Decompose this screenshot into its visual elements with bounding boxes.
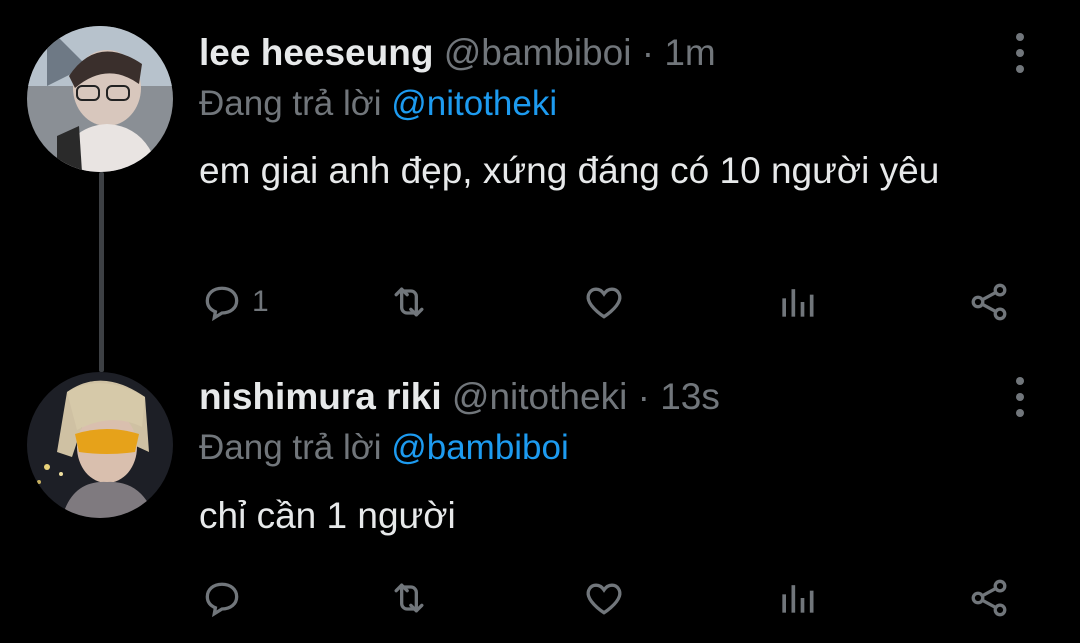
- handle[interactable]: @bambiboi: [444, 32, 632, 73]
- share-button[interactable]: [967, 573, 1011, 623]
- analytics-button[interactable]: [775, 277, 819, 327]
- like-button[interactable]: [582, 277, 626, 327]
- tweet-text: em giai anh đẹp, xứng đáng có 10 người y…: [199, 150, 940, 191]
- replying-prefix: Đang trả lời: [199, 84, 382, 123]
- replying-to-link[interactable]: @nitotheki: [391, 84, 557, 123]
- tweet-text: chỉ cần 1 người: [199, 495, 456, 536]
- analytics-button[interactable]: [775, 573, 819, 623]
- tweet-header: nishimura riki @nitotheki · 13s: [199, 376, 720, 418]
- handle[interactable]: @nitotheki: [452, 376, 627, 417]
- reply-count: 1: [252, 285, 269, 318]
- separator: ·: [641, 32, 655, 73]
- share-icon: [971, 283, 1007, 321]
- display-name[interactable]: lee heeseung: [199, 32, 433, 73]
- action-bar: 1: [0, 277, 1080, 327]
- like-icon: [586, 583, 622, 615]
- reply-icon: [205, 582, 239, 618]
- like-button[interactable]: [582, 573, 626, 623]
- avatar[interactable]: [27, 26, 173, 172]
- retweet-button[interactable]: [387, 277, 431, 327]
- like-icon: [586, 287, 622, 319]
- share-button[interactable]: [967, 277, 1011, 327]
- share-icon: [971, 579, 1007, 617]
- avatar[interactable]: [27, 372, 173, 518]
- display-name[interactable]: nishimura riki: [199, 376, 442, 417]
- reply-button[interactable]: 1: [200, 277, 269, 327]
- timestamp[interactable]: 13s: [660, 376, 720, 417]
- thread-connector: [99, 172, 104, 372]
- retweet-icon: [394, 287, 424, 317]
- analytics-icon: [782, 289, 814, 317]
- reply-button[interactable]: [200, 573, 244, 623]
- more-options-icon[interactable]: [1005, 377, 1035, 417]
- tweet-header: lee heeseung @bambiboi · 1m: [199, 32, 716, 74]
- timestamp[interactable]: 1m: [664, 32, 715, 73]
- replying-to-link[interactable]: @bambiboi: [391, 428, 569, 467]
- action-bar: [0, 573, 1080, 623]
- retweet-button[interactable]: [387, 573, 431, 623]
- replying-to: Đang trả lời @bambiboi: [199, 428, 569, 468]
- separator: ·: [637, 376, 650, 417]
- analytics-icon: [782, 585, 814, 613]
- retweet-icon: [394, 583, 424, 613]
- reply-icon: [205, 286, 239, 322]
- more-options-icon[interactable]: [1005, 33, 1035, 73]
- replying-to: Đang trả lời @nitotheki: [199, 84, 557, 124]
- replying-prefix: Đang trả lời: [199, 428, 382, 467]
